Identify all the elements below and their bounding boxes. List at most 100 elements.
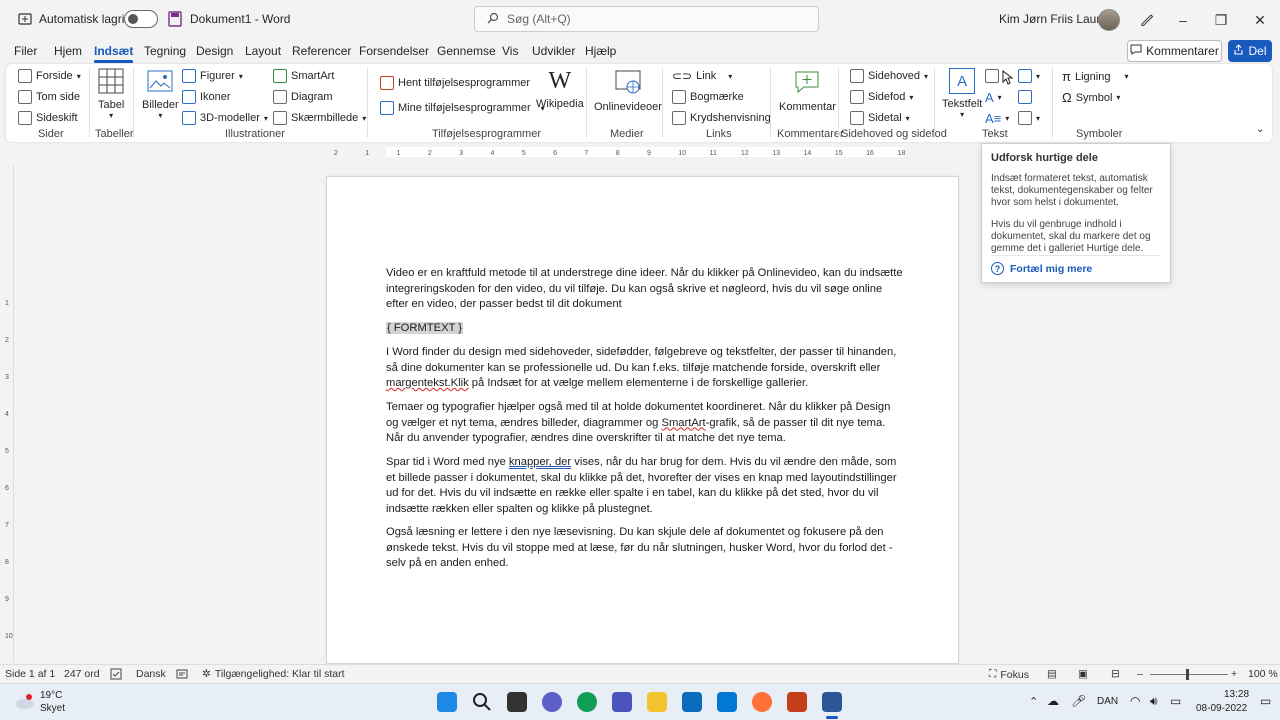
- powerpoint-icon[interactable]: [787, 692, 807, 712]
- dropcap-button[interactable]: A≡ ▾: [985, 111, 1009, 126]
- firefox-icon[interactable]: [752, 692, 772, 712]
- wikipedia-button[interactable]: W Wikipedia: [536, 68, 584, 110]
- tab-forsendelser[interactable]: Forsendelser: [359, 44, 429, 58]
- weather-desc[interactable]: Skyet: [40, 703, 65, 714]
- 3d-models-button[interactable]: 3D-modeller ▾: [182, 111, 268, 125]
- quick-parts-button[interactable]: [985, 69, 999, 83]
- volume-icon[interactable]: 🔊︎: [1150, 694, 1158, 709]
- spelling-error[interactable]: SmartArt: [661, 417, 705, 429]
- web-layout-icon[interactable]: ⊟: [1111, 668, 1120, 680]
- file-explorer-icon[interactable]: [647, 692, 667, 712]
- maximize-button[interactable]: ❐: [1201, 6, 1241, 34]
- spelling-error[interactable]: margentekst.Klik: [386, 377, 469, 389]
- share-button[interactable]: Del: [1228, 40, 1272, 62]
- battery-icon[interactable]: ▭: [1170, 694, 1181, 708]
- autosave-toggle[interactable]: [124, 10, 158, 28]
- paragraph-2[interactable]: I Word finder du design med sidehoveder,…: [386, 345, 904, 392]
- crossref-button[interactable]: Krydshenvisning: [672, 111, 771, 125]
- chat-icon[interactable]: [542, 692, 562, 712]
- language[interactable]: Dansk: [136, 668, 166, 680]
- paragraph-3[interactable]: Temaer og typografier hjælper også med t…: [386, 400, 904, 447]
- paragraph-4[interactable]: Spar tid i Word med nye knapper, der vis…: [386, 455, 904, 517]
- date-time-button[interactable]: [1018, 90, 1032, 104]
- mail-icon[interactable]: [717, 692, 737, 712]
- tab-gennemse[interactable]: Gennemse: [437, 44, 496, 58]
- read-mode-icon[interactable]: ▤: [1047, 668, 1057, 680]
- avatar[interactable]: [1098, 9, 1120, 31]
- paragraph-1[interactable]: Video er en kraftfuld metode til at unde…: [386, 266, 904, 313]
- object-button[interactable]: ▾: [1018, 111, 1040, 125]
- minimize-button[interactable]: –: [1163, 6, 1203, 34]
- symbol-button[interactable]: Ω Symbol ▾: [1062, 90, 1120, 105]
- tab-hjaelp[interactable]: Hjælp: [585, 44, 616, 58]
- collapse-ribbon-icon[interactable]: ⌄: [1256, 124, 1264, 135]
- tab-hjem[interactable]: Hjem: [54, 44, 82, 58]
- paragraph-5[interactable]: Også læsning er lettere i den nye læsevi…: [386, 525, 904, 572]
- footer-button[interactable]: Sidefod ▾: [850, 90, 913, 104]
- textbox-button[interactable]: A Tekstfelt ▾: [942, 68, 982, 119]
- tell-me-more-link[interactable]: ? Fortæl mig mere: [991, 255, 1161, 275]
- track-icon[interactable]: [176, 668, 188, 680]
- signature-line-button[interactable]: ▾: [1018, 69, 1040, 83]
- cover-page-button[interactable]: Forside ▾: [18, 69, 81, 83]
- get-addins-button[interactable]: Hent tilføjelsesprogrammer: [380, 76, 530, 90]
- blank-page-button[interactable]: Tom side: [18, 90, 80, 104]
- edge-icon[interactable]: [577, 692, 597, 712]
- my-addins-button[interactable]: Mine tilføjelsesprogrammer ▾: [380, 101, 545, 115]
- input-language[interactable]: DAN: [1097, 696, 1118, 707]
- zoom-in-button[interactable]: +: [1231, 668, 1237, 680]
- weather-temp[interactable]: 19°C: [40, 690, 62, 701]
- weather-icon[interactable]: [14, 692, 36, 713]
- icons-button[interactable]: Ikoner: [182, 90, 231, 104]
- zoom-out-button[interactable]: –: [1137, 668, 1143, 680]
- focus-button[interactable]: ⛶ Fokus: [989, 668, 1029, 681]
- bookmark-button[interactable]: Bogmærke: [672, 90, 744, 104]
- accessibility-status[interactable]: ✲ Tilgængelighed: Klar til start: [202, 668, 345, 680]
- wifi-icon[interactable]: ◠: [1130, 694, 1140, 708]
- microphone-icon[interactable]: 🎤︎: [1071, 694, 1086, 708]
- chart-button[interactable]: Diagram: [273, 90, 333, 104]
- wordart-button[interactable]: A ▾: [985, 90, 1002, 105]
- search-icon[interactable]: [472, 692, 492, 712]
- zoom-slider[interactable]: [1150, 669, 1228, 680]
- task-view-icon[interactable]: [507, 692, 527, 712]
- screenshot-button[interactable]: Skærmbillede ▾: [273, 111, 366, 125]
- word-count[interactable]: 247 ord: [64, 668, 100, 680]
- tab-indsaet[interactable]: Indsæt: [94, 44, 134, 63]
- page-break-button[interactable]: Sideskift: [18, 111, 78, 125]
- tab-vis[interactable]: Vis: [502, 44, 518, 58]
- tab-layout[interactable]: Layout: [245, 44, 281, 58]
- link-button[interactable]: ⊂⊃ Link ▾: [672, 69, 732, 83]
- notification-icon[interactable]: ▭: [1260, 694, 1271, 708]
- proofing-icon[interactable]: [110, 668, 122, 680]
- onedrive-icon[interactable]: ☁: [1047, 694, 1059, 708]
- new-comment-button[interactable]: Kommentar: [779, 68, 836, 113]
- clock-date[interactable]: 08-09-2022: [1196, 703, 1247, 714]
- online-video-button[interactable]: Onlinevideoer: [594, 68, 662, 113]
- comments-button[interactable]: Kommentarer: [1127, 40, 1222, 62]
- pen-icon[interactable]: [1139, 11, 1155, 27]
- search-box[interactable]: Søg (Alt+Q): [474, 6, 819, 32]
- shapes-button[interactable]: Figurer ▾: [182, 69, 243, 83]
- close-button[interactable]: ✕: [1240, 6, 1280, 34]
- pictures-button[interactable]: Billeder ▾: [142, 68, 179, 120]
- start-icon[interactable]: [437, 692, 457, 712]
- tab-design[interactable]: Design: [196, 44, 233, 58]
- page-count[interactable]: Side 1 af 1: [5, 668, 55, 680]
- save-icon[interactable]: [168, 11, 182, 27]
- formtext-field[interactable]: { FORMTEXT }: [386, 322, 464, 334]
- zoom-level[interactable]: 100 %: [1248, 668, 1278, 680]
- equation-button[interactable]: π Ligning ▾: [1062, 69, 1128, 84]
- store-icon[interactable]: [682, 692, 702, 712]
- tab-filer[interactable]: Filer: [14, 44, 37, 58]
- page-number-button[interactable]: Sidetal ▾: [850, 111, 910, 125]
- grammar-error[interactable]: knapper, der: [509, 456, 571, 468]
- vertical-ruler[interactable]: 12345678910111213: [4, 165, 14, 663]
- word-icon[interactable]: [822, 692, 842, 712]
- horizontal-ruler[interactable]: 2 1 1 2 3 4 5 6 7 8 9 10 11 12 13 14 15 16 18: [326, 147, 959, 157]
- smartart-button[interactable]: SmartArt: [273, 69, 334, 83]
- clock-time[interactable]: 13:28: [1224, 689, 1249, 700]
- tray-chevron-icon[interactable]: ⌃: [1029, 695, 1038, 708]
- tab-tegning[interactable]: Tegning: [144, 44, 186, 58]
- tab-udvikler[interactable]: Udvikler: [532, 44, 575, 58]
